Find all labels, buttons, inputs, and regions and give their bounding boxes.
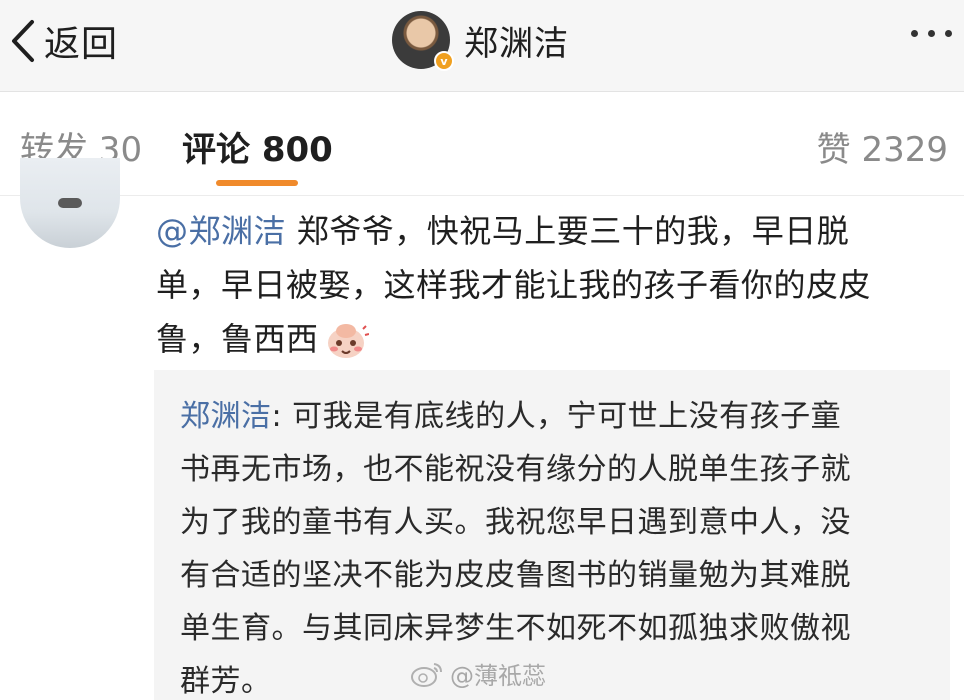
reply-text: 郑渊洁: 可我是有底线的人，宁可世上没有孩子童 书再无市场，也不能祝没有缘分的人… [180, 390, 926, 700]
author-reply-block: 郑渊洁: 可我是有底线的人，宁可世上没有孩子童 书再无市场，也不能祝没有缘分的人… [154, 370, 950, 700]
comment-line-1: 郑爷爷，快祝马上要三十的我，早日脱 [286, 212, 850, 250]
reply-line-3: 为了我的童书有人买。我祝您早日遇到意中人，没 [180, 505, 851, 540]
active-tab-indicator [216, 180, 298, 186]
avatar-wrap: v [392, 11, 454, 71]
reply-line-4: 有合适的坚决不能为皮皮鲁图书的销量勉为其难脱 [180, 558, 851, 593]
commenter-avatar[interactable] [20, 158, 120, 248]
reply-author-link[interactable]: 郑渊洁 [180, 399, 272, 434]
chevron-left-icon [12, 20, 34, 62]
tab-like[interactable]: 赞 2329 [817, 122, 948, 171]
profile-header[interactable]: v 郑渊洁 [392, 10, 569, 71]
weibo-watermark: @薄祗蕊 [410, 656, 546, 691]
mention-link[interactable]: @郑渊洁 [156, 212, 286, 250]
more-dot-icon [911, 30, 918, 37]
reply-line-1: : 可我是有底线的人，宁可世上没有孩子童 [271, 399, 842, 434]
more-dot-icon [945, 30, 952, 37]
tab-comment[interactable]: 评论 800 [182, 122, 333, 171]
comment-text: @郑渊洁 郑爷爷，快祝马上要三十的我，早日脱 单，早日被娶，这样我才能让我的孩子… [156, 204, 956, 366]
comment-line-3: 鲁，鲁西西 [156, 320, 319, 358]
reply-line-2: 书再无市场，也不能祝没有缘分的人脱单生孩子就 [180, 452, 851, 487]
verified-badge-icon: v [434, 51, 454, 71]
top-nav-bar: 返回 v 郑渊洁 [0, 0, 964, 92]
more-options-button[interactable] [911, 30, 952, 37]
watermark-text: @薄祗蕊 [450, 662, 546, 690]
back-label: 返回 [44, 24, 119, 65]
comment-line-2: 单，早日被娶，这样我才能让我的孩子看你的皮皮 [156, 266, 872, 304]
back-button[interactable]: 返回 [8, 14, 118, 68]
weibo-comments-page: 返回 v 郑渊洁 转发 30 评论 800 赞 2329 @郑渊洁 郑爷爷，快祝… [0, 0, 964, 700]
weibo-logo-icon [411, 662, 442, 687]
tab-bar: 转发 30 评论 800 赞 2329 [0, 92, 964, 196]
more-dot-icon [928, 30, 935, 37]
reply-line-6: 群芳。 [180, 664, 272, 699]
reply-line-5: 单生育。与其同床异梦生不如死不如孤独求败傲视 [180, 611, 851, 646]
cute-emoji-icon [327, 324, 369, 358]
profile-name[interactable]: 郑渊洁 [464, 16, 569, 65]
